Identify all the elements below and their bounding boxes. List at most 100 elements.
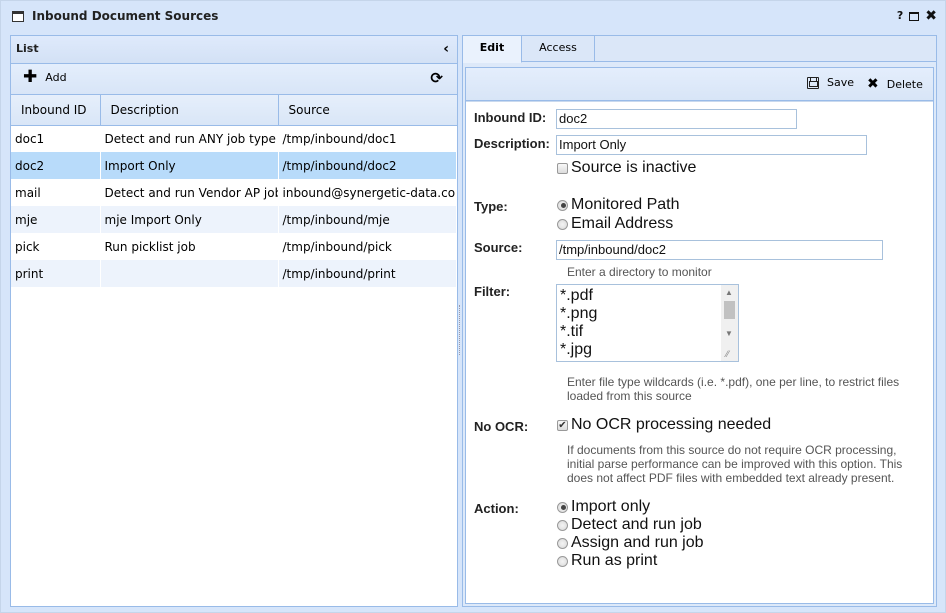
source-hint: Enter a directory to monitor — [567, 265, 712, 279]
checkbox-checked-icon: ✔ — [557, 419, 568, 431]
title-bar[interactable]: Inbound Document Sources ? ✖ — [1, 1, 945, 33]
inbound-id-label: Inbound ID: — [474, 110, 547, 125]
cell-description: Detect and run ANY job type — [100, 125, 279, 152]
action-radio-detect-and-run-job[interactable]: Detect and run job — [557, 516, 702, 534]
table-row[interactable]: doc1 Detect and run ANY job type /tmp/in… — [11, 125, 457, 152]
action-option-label: Detect and run job — [571, 516, 702, 533]
list-panel: List ‹ ✚ Add ⟳ Inbound ID Description So… — [10, 35, 458, 607]
plus-icon: ✚ — [23, 67, 38, 87]
no-ocr-checkbox[interactable]: ✔ No OCR processing needed — [557, 416, 771, 434]
add-button-label: Add — [45, 70, 67, 84]
filter-line: *.png — [560, 305, 598, 322]
cell-description: Import Only — [100, 152, 279, 179]
radio-unselected-icon — [557, 519, 568, 531]
cell-description: mje Import Only — [100, 206, 279, 233]
filter-line: *.tif — [560, 323, 584, 340]
delete-button-label: Delete — [886, 77, 923, 91]
cell-source: /tmp/inbound/doc1 — [278, 125, 457, 152]
action-radio-assign-and-run-job[interactable]: Assign and run job — [557, 534, 704, 552]
action-option-label: Assign and run job — [571, 534, 704, 551]
radio-unselected-icon — [557, 218, 568, 230]
type-label: Type: — [474, 199, 508, 214]
filter-textarea[interactable]: *.pdf *.png *.tif *.jpg ▲ ▼ ⁄⁄ — [556, 284, 739, 362]
help-button[interactable]: ? — [897, 9, 903, 23]
table-row[interactable]: mje mje Import Only /tmp/inbound/mje — [11, 206, 457, 233]
source-inactive-checkbox[interactable]: Source is inactive — [557, 159, 696, 177]
source-input[interactable]: /tmp/inbound/doc2 — [556, 240, 883, 260]
tab-edit[interactable]: Edit — [463, 36, 522, 63]
cell-description: Run picklist job — [100, 233, 279, 260]
cell-description: Detect and run Vendor AP jobs — [100, 179, 279, 206]
radio-unselected-icon — [557, 555, 568, 567]
scroll-down-arrow-icon[interactable]: ▼ — [725, 329, 733, 338]
cell-inbound-id: pick — [11, 233, 101, 260]
close-icon[interactable]: ✖ — [925, 9, 937, 23]
detail-tabs: Edit Access — [463, 36, 936, 63]
action-radio-run-as-print[interactable]: Run as print — [557, 552, 657, 570]
cell-source: inbound@synergetic-data.com — [278, 179, 457, 206]
tab-access[interactable]: Access — [522, 36, 595, 62]
delete-button[interactable]: ✖ Delete — [867, 76, 923, 92]
radio-unselected-icon — [557, 537, 568, 549]
cell-inbound-id: mje — [11, 206, 101, 233]
no-ocr-hint-line-2: initial parse performance can be improve… — [567, 457, 903, 471]
no-ocr-hint-line-3: does not affect PDF files with embedded … — [567, 471, 895, 485]
window-title: Inbound Document Sources — [32, 9, 219, 23]
table-row-selected[interactable]: doc2 Import Only /tmp/inbound/doc2 — [11, 152, 457, 179]
filter-label: Filter: — [474, 284, 511, 299]
filter-line: *.jpg — [560, 341, 593, 358]
maximize-icon[interactable] — [909, 11, 920, 21]
table-row[interactable]: print /tmp/inbound/print — [11, 260, 457, 287]
cell-inbound-id: print — [11, 260, 101, 287]
table-row[interactable]: pick Run picklist job /tmp/inbound/pick — [11, 233, 457, 260]
save-floppy-icon — [807, 76, 819, 89]
cell-source: /tmp/inbound/mje — [278, 206, 457, 233]
grid-header-row: Inbound ID Description Source — [11, 95, 457, 126]
filter-lines: *.pdf *.png *.tif *.jpg — [560, 287, 597, 359]
type-option-label: Monitored Path — [571, 196, 680, 213]
column-header-description[interactable]: Description — [100, 95, 279, 126]
column-header-inbound-id[interactable]: Inbound ID — [11, 95, 101, 126]
save-button[interactable]: Save — [807, 76, 854, 89]
source-inactive-label: Source is inactive — [571, 159, 697, 176]
filter-scrollbar[interactable]: ▲ ▼ ⁄⁄ — [721, 285, 738, 361]
action-radio-import-only[interactable]: Import only — [557, 498, 650, 516]
cell-source: /tmp/inbound/pick — [278, 233, 457, 260]
no-ocr-hint-line-1: If documents from this source do not req… — [567, 443, 897, 457]
no-ocr-option-label: No OCR processing needed — [571, 416, 772, 433]
window-controls: ? ✖ — [897, 9, 937, 23]
filter-line: *.pdf — [560, 287, 593, 304]
sources-grid: Inbound ID Description Source doc1 Detec… — [11, 95, 457, 287]
filter-hint-line-2: loaded from this source — [567, 389, 692, 403]
inbound-id-input[interactable]: doc2 — [556, 109, 797, 129]
filter-hint-line-1: Enter file type wildcards (i.e. *.pdf), … — [567, 375, 900, 389]
edit-form: Inbound ID: doc2 Description: Import Onl… — [466, 101, 933, 603]
table-row[interactable]: mail Detect and run Vendor AP jobs inbou… — [11, 179, 457, 206]
inbound-sources-window: Inbound Document Sources ? ✖ List ‹ ✚ Ad… — [0, 0, 946, 613]
list-panel-header: List ‹ — [11, 36, 457, 64]
description-input[interactable]: Import Only — [556, 135, 867, 155]
refresh-icon[interactable]: ⟳ — [430, 69, 443, 87]
collapse-chevron-left-icon[interactable]: ‹ — [443, 41, 449, 57]
edit-toolbar: Save ✖ Delete — [466, 68, 933, 101]
description-label: Description: — [474, 136, 550, 151]
no-ocr-label: No OCR: — [474, 419, 529, 434]
cell-inbound-id: mail — [11, 179, 101, 206]
type-option-label: Email Address — [571, 215, 674, 232]
cell-source: /tmp/inbound/print — [278, 260, 457, 287]
scroll-up-arrow-icon[interactable]: ▲ — [725, 288, 733, 297]
resize-grip-icon[interactable]: ⁄⁄ — [726, 349, 729, 359]
type-radio-monitored-path[interactable]: Monitored Path — [557, 196, 680, 214]
cell-inbound-id: doc1 — [11, 125, 101, 152]
source-label: Source: — [474, 240, 523, 255]
save-button-label: Save — [827, 76, 855, 89]
list-toolbar: ✚ Add ⟳ — [11, 64, 457, 95]
column-header-source[interactable]: Source — [278, 95, 457, 126]
radio-selected-icon — [557, 199, 568, 211]
detail-panel: Edit Access Save ✖ Delete Inbound ID: do… — [462, 35, 937, 607]
scroll-thumb[interactable] — [724, 301, 735, 319]
checkbox-unchecked-icon — [557, 162, 568, 174]
add-button[interactable]: ✚ Add — [23, 67, 67, 87]
type-radio-email-address[interactable]: Email Address — [557, 215, 673, 233]
action-label: Action: — [474, 501, 519, 516]
